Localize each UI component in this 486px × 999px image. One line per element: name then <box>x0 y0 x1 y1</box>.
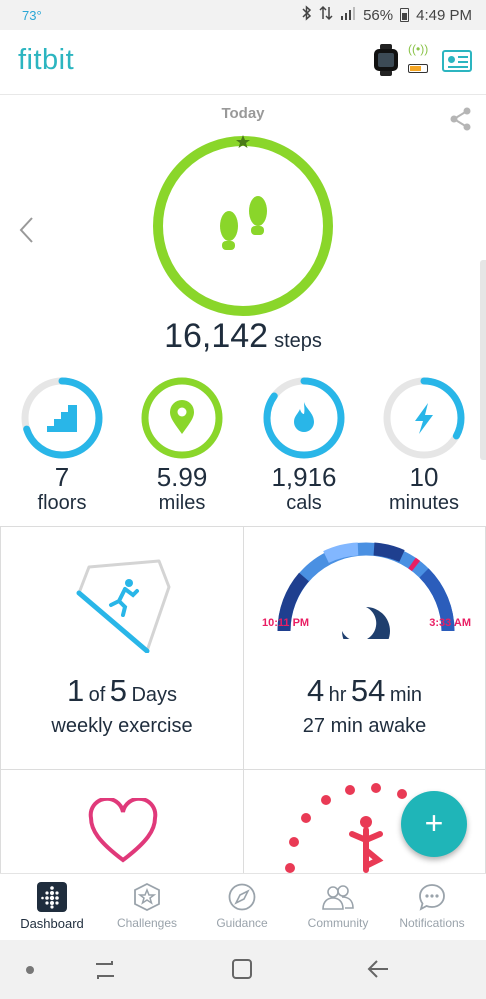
floors-unit: floors <box>37 492 87 514</box>
sleep-start-time: 10:11 PM <box>262 617 310 629</box>
steps-goal-ring[interactable] <box>150 133 336 319</box>
miles-unit: miles <box>158 492 206 514</box>
status-bar: 73° 56% 4:49 PM <box>0 0 486 30</box>
exercise-tile[interactable]: 1 of 5 Days weekly exercise <box>0 526 244 770</box>
day-label: Today <box>221 105 265 122</box>
compass-icon <box>227 882 257 912</box>
system-dot-icon[interactable] <box>26 966 34 974</box>
home-icon[interactable] <box>231 958 253 985</box>
clock-text: 4:49 PM <box>416 6 472 24</box>
floors-value: 7 <box>54 462 70 492</box>
back-icon[interactable] <box>366 958 390 985</box>
data-signal-icon <box>319 5 333 25</box>
nav-challenges[interactable]: Challenges <box>99 882 195 930</box>
community-people-icon <box>320 882 356 912</box>
sleep-duration: 4 hr 54 min <box>306 673 423 708</box>
nav-challenges-label: Challenges <box>116 916 178 930</box>
nav-guidance[interactable]: Guidance <box>194 882 290 930</box>
challenges-star-icon <box>132 882 162 912</box>
fitbit-logo: fitbit <box>18 44 75 76</box>
nav-notifications[interactable]: Notifications <box>384 882 480 930</box>
bottom-navigation: Dashboard Challenges Guidance Community … <box>0 873 486 941</box>
exercise-shield-icon <box>76 559 171 653</box>
miles-value: 5.99 <box>156 462 208 492</box>
steps-summary: 16,142 steps <box>0 317 486 356</box>
stat-floors[interactable]: 7 floors <box>12 376 112 515</box>
recents-icon[interactable] <box>92 958 118 987</box>
sync-signal-icon: ((•)) <box>408 42 429 56</box>
account-card-icon[interactable] <box>442 50 472 72</box>
share-icon[interactable] <box>448 106 474 132</box>
active-minutes-value: 10 <box>409 462 439 492</box>
active-minutes-unit: minutes <box>388 492 460 514</box>
moon-icon <box>342 607 390 639</box>
lightning-icon <box>415 403 433 434</box>
tracker-watch-icon[interactable] <box>372 44 400 76</box>
stairs-icon <box>47 405 77 432</box>
location-pin-icon <box>170 400 194 434</box>
footsteps-icon <box>220 196 267 250</box>
stat-calories[interactable]: 1,916 cals <box>254 376 354 515</box>
nav-community[interactable]: Community <box>290 882 386 930</box>
temperature-text: 73° <box>22 7 42 23</box>
battery-percent-text: 56% <box>363 6 394 24</box>
nav-notifications-label: Notifications <box>399 916 465 930</box>
add-fab-button[interactable]: + <box>401 791 467 857</box>
dashboard-icon <box>37 882 67 912</box>
system-navigation-bar <box>0 940 486 999</box>
nav-dashboard[interactable]: Dashboard <box>4 882 100 931</box>
steps-value: 16,142 <box>164 317 269 355</box>
running-person-icon <box>109 579 139 617</box>
cell-signal-icon <box>340 6 356 24</box>
heart-rate-tile[interactable] <box>0 769 244 879</box>
flame-icon <box>294 402 314 432</box>
heart-icon <box>88 798 158 863</box>
edge-panel-handle[interactable] <box>480 260 486 460</box>
nav-community-label: Community <box>307 916 369 930</box>
sleep-awake-caption: 27 min awake <box>302 715 427 737</box>
yoga-person-icon <box>349 816 384 873</box>
stat-miles[interactable]: 5.99 miles <box>132 376 232 515</box>
app-bar: fitbit ((•)) <box>0 30 486 95</box>
sleep-tile[interactable]: 10:11 PM 3:33 AM 4 hr 54 min 27 min awak… <box>243 526 486 770</box>
nav-guidance-label: Guidance <box>216 916 268 930</box>
exercise-count: 1 of 5 Days <box>66 673 178 708</box>
calories-unit: cals <box>286 492 322 514</box>
nav-dashboard-label: Dashboard <box>20 916 84 931</box>
battery-icon <box>400 8 410 22</box>
stat-active-minutes[interactable]: 10 minutes <box>374 376 474 515</box>
bluetooth-icon <box>302 5 312 25</box>
exercise-caption: weekly exercise <box>51 715 193 737</box>
calories-value: 1,916 <box>271 462 337 492</box>
chat-bubble-icon <box>417 882 447 912</box>
steps-unit: steps <box>274 330 322 352</box>
device-battery-icon <box>408 64 428 73</box>
previous-day-arrow[interactable] <box>18 216 34 250</box>
sleep-end-time: 3:33 AM <box>429 617 471 629</box>
